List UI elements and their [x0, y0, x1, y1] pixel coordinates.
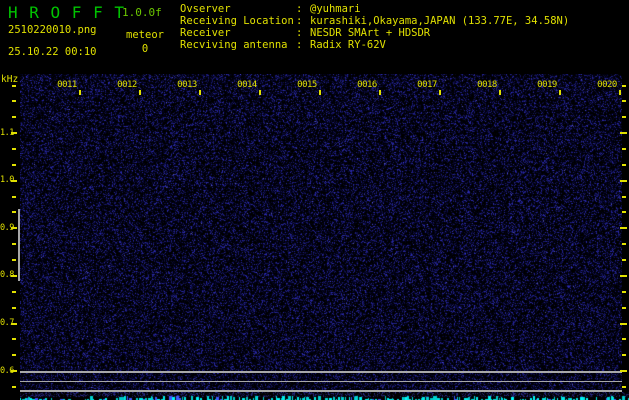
freq-unit-label: kHz	[1, 74, 19, 85]
freq-tick-right	[620, 322, 627, 325]
time-label: 0012	[117, 80, 137, 90]
freq-tick-right	[622, 84, 626, 87]
left-edge-marker	[18, 209, 20, 281]
meteor-counter-value: 0	[141, 43, 149, 55]
freq-tick-right	[622, 211, 626, 214]
info-label: Receiving Location	[180, 15, 294, 27]
freq-tick-right	[622, 259, 626, 262]
freq-tick-right	[620, 132, 627, 135]
time-label: 0013	[177, 80, 197, 90]
time-label: 0016	[357, 80, 377, 90]
info-value: kurashiki,Okayama,JAPAN (133.77E, 34.58N…	[310, 15, 570, 27]
freq-tick-left	[12, 195, 16, 198]
freq-tick-left	[11, 370, 17, 373]
freq-tick-left	[12, 259, 16, 262]
time-label: 0017	[417, 80, 437, 90]
info-value: Radix RY-62V	[310, 39, 386, 51]
freq-tick-left	[12, 290, 16, 293]
info-value: NESDR SMArt + HDSDR	[310, 27, 431, 39]
freq-tick-left	[11, 322, 17, 325]
info-row-antenna: Recviving antenna: Radix RY-62V	[180, 39, 569, 51]
info-separator: :	[296, 27, 303, 39]
freq-tick-right	[622, 163, 626, 166]
time-label: 0015	[297, 80, 317, 90]
time-tick	[439, 90, 441, 95]
observer-info: Ovserver: @yuhmari Receiving Location: kur…	[180, 3, 569, 51]
freq-tick-right	[622, 147, 626, 150]
info-label: Ovserver	[180, 3, 231, 15]
info-separator: :	[296, 3, 303, 15]
signal-level-strip	[20, 392, 629, 400]
freq-tick-left	[12, 306, 16, 309]
time-tick	[79, 90, 81, 95]
freq-tick-left	[12, 100, 16, 103]
freq-tick-left	[11, 179, 17, 182]
freq-tick-right	[620, 227, 627, 230]
info-row-receiver: Receiver: NESDR SMArt + HDSDR	[180, 27, 569, 39]
reference-line	[20, 390, 622, 392]
reference-line	[20, 380, 622, 383]
info-row-observer: Ovserver: @yuhmari	[180, 3, 569, 15]
time-label: 0019	[537, 80, 557, 90]
freq-tick-right	[622, 385, 626, 388]
meteor-counter-label: meteor	[126, 29, 164, 41]
info-label: Receiver	[180, 27, 231, 39]
spectrogram-noise-canvas	[20, 74, 622, 392]
freq-tick-left	[12, 147, 16, 150]
freq-tick-left	[12, 116, 16, 119]
reference-line	[20, 371, 622, 373]
time-tick	[499, 90, 501, 95]
timestamp: 25.10.22 00:10	[8, 46, 97, 58]
freq-tick-left	[11, 227, 17, 230]
freq-tick-left	[12, 211, 16, 214]
info-separator: :	[296, 39, 303, 51]
freq-tick-right	[622, 243, 626, 246]
time-tick	[379, 90, 381, 95]
freq-tick-right	[622, 100, 626, 103]
freq-tick-right	[622, 116, 626, 119]
freq-tick-right	[622, 306, 626, 309]
time-tick	[199, 90, 201, 95]
freq-tick-left	[12, 338, 16, 341]
freq-tick-left	[12, 385, 16, 388]
time-tick	[559, 90, 561, 95]
info-row-location: Receiving Location: kurashiki,Okayama,JAP…	[180, 15, 569, 27]
freq-tick-left	[12, 84, 16, 87]
output-filename: 2510220010.png	[8, 24, 97, 36]
time-tick	[619, 90, 621, 95]
app-title: H R O F F T	[8, 3, 125, 22]
freq-tick-left	[12, 163, 16, 166]
info-value: @yuhmari	[310, 3, 361, 15]
time-tick	[139, 90, 141, 95]
freq-tick-left	[12, 243, 16, 246]
time-label: 0020	[597, 80, 617, 90]
time-tick	[259, 90, 261, 95]
freq-tick-right	[622, 195, 626, 198]
time-label: 0018	[477, 80, 497, 90]
freq-tick-right	[622, 354, 626, 357]
info-label: Recviving antenna	[180, 39, 288, 51]
app-version: 1.0.0f	[122, 6, 162, 19]
time-label: 0011	[57, 80, 77, 90]
freq-tick-left	[11, 132, 17, 135]
freq-tick-right	[620, 370, 627, 373]
hrofft-window: H R O F F T 1.0.0f 2510220010.png meteor…	[0, 0, 629, 400]
freq-tick-right	[622, 338, 626, 341]
freq-tick-right	[620, 274, 627, 277]
freq-tick-right	[620, 179, 627, 182]
freq-tick-left	[12, 354, 16, 357]
time-tick	[319, 90, 321, 95]
info-separator: :	[296, 15, 303, 27]
freq-tick-right	[622, 290, 626, 293]
freq-tick-left	[11, 274, 17, 277]
time-label: 0014	[237, 80, 257, 90]
